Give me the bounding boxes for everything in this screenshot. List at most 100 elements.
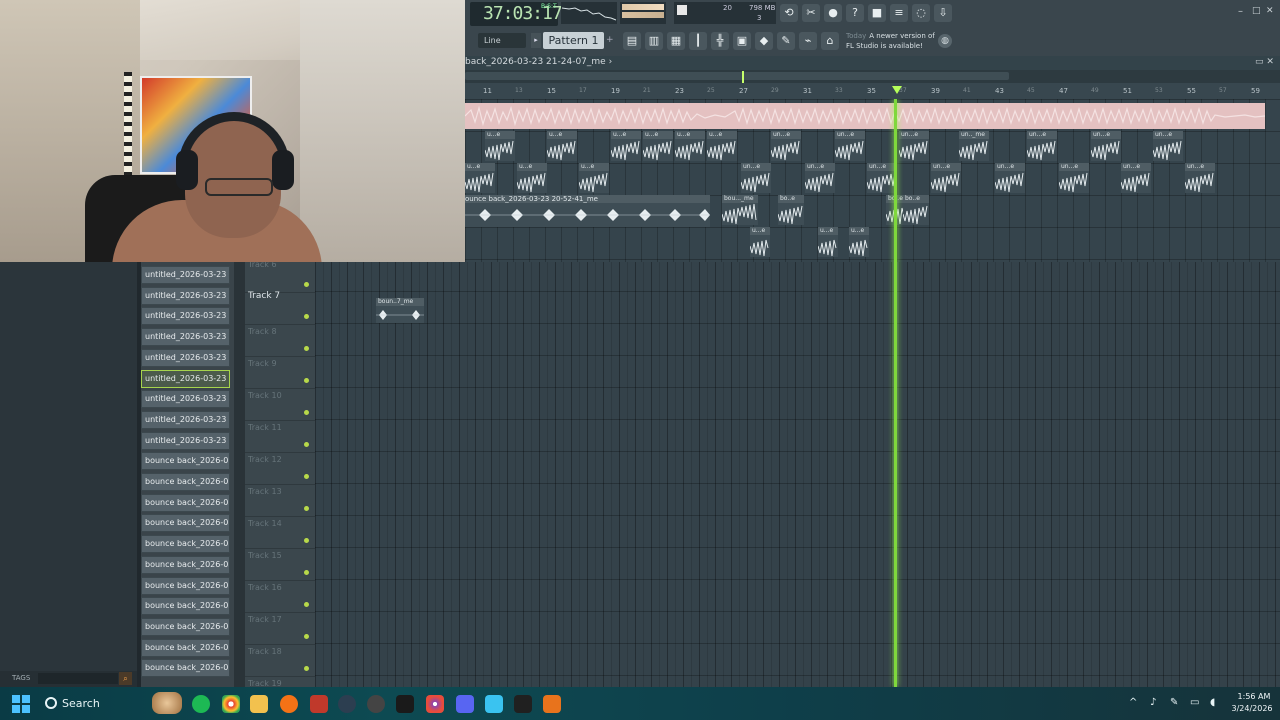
audio-clip[interactable]: un...e [899, 131, 929, 161]
track7-audio-clip[interactable]: boun..7_me [376, 298, 424, 323]
browser-clip-item[interactable]: bounce back_2026-03-2... [141, 555, 230, 574]
playhead-line[interactable] [894, 99, 897, 687]
audio-clip[interactable]: u...e [485, 131, 515, 161]
audio-clip[interactable]: u...e [517, 163, 547, 193]
editor-icon[interactable] [485, 695, 503, 713]
steam-icon[interactable] [367, 695, 385, 713]
add-pattern-icon[interactable]: + [606, 33, 616, 48]
browser-clip-item[interactable]: bounce back_2026-03-2... [141, 473, 230, 491]
audio-clip[interactable]: un...e [1027, 131, 1057, 161]
track-label[interactable]: Track 16 [248, 583, 282, 592]
audio-clip[interactable]: un...e [1091, 131, 1121, 161]
media-player-icon[interactable] [396, 695, 414, 713]
track-mute-led[interactable] [304, 570, 309, 575]
audio-clip[interactable]: un...e [1185, 163, 1215, 193]
browser-clip-item[interactable]: bounce back_2026-03-2... [141, 514, 230, 533]
tray-overflow-icon[interactable]: ^ [1129, 697, 1137, 708]
browser-clip-item[interactable]: bounce back_2026-03-2... [141, 452, 230, 471]
chrome-icon[interactable] [222, 695, 240, 713]
track-label[interactable]: Track 12 [248, 455, 282, 464]
browser-clip-item[interactable]: untitled_2026-03-23 16-... [141, 286, 230, 305]
news-info-icon[interactable]: ◍ [938, 34, 952, 48]
playhead-marker[interactable] [892, 86, 902, 94]
track-mute-led[interactable] [304, 506, 309, 511]
browser-clip-item[interactable]: untitled_2026-03-23 16-... [141, 369, 230, 388]
track-label[interactable]: Track 9 [248, 359, 277, 368]
maximize-icon[interactable]: □ [1252, 6, 1261, 16]
cut-icon[interactable]: ✂ [802, 4, 820, 22]
track-mute-led[interactable] [304, 314, 309, 319]
browser-clip-item[interactable]: bounce back_2026-03-2... [141, 597, 230, 616]
track-mute-led[interactable] [304, 346, 309, 351]
capcut-icon[interactable] [514, 695, 532, 713]
track-mute-led[interactable] [304, 410, 309, 415]
audio-clip[interactable]: u...e [547, 131, 577, 161]
audio-clip[interactable]: un...e [867, 163, 897, 193]
app-icon-red[interactable] [310, 695, 328, 713]
audio-clip[interactable]: u...e [675, 131, 705, 161]
mixer-icon[interactable]: ≡ [890, 4, 908, 22]
discord-icon[interactable] [456, 695, 474, 713]
tags-input[interactable] [38, 673, 118, 684]
track-mute-led[interactable] [304, 538, 309, 543]
audio-clip[interactable]: bo..e [903, 195, 929, 225]
audio-clip[interactable]: un...e [1121, 163, 1151, 193]
track-mute-led[interactable] [304, 602, 309, 607]
track-label[interactable]: Track 13 [248, 487, 282, 496]
audio-clip[interactable]: u...e [465, 163, 495, 193]
track-label[interactable]: Track 14 [248, 519, 282, 528]
browser-scrollbar[interactable] [234, 262, 245, 687]
clock-time[interactable]: 1:56 AM [1236, 692, 1272, 701]
pen-tray-icon[interactable]: ✎ [1170, 697, 1178, 708]
plugin-icon[interactable]: ◆ [755, 32, 773, 50]
audio-clip[interactable]: un...e [835, 131, 865, 161]
track-label[interactable]: Track 8 [248, 327, 277, 336]
network-tray-icon[interactable]: ▭ [1190, 697, 1199, 708]
pattern-play-icon[interactable]: ▸ [531, 33, 541, 48]
browser-clip-item[interactable]: bounce back_2026-03-2... [141, 638, 230, 657]
track-label[interactable]: Track 18 [248, 647, 282, 656]
browser-clip-item[interactable]: untitled_2026-03-23 16-... [141, 390, 230, 409]
save-icon[interactable]: ■ [868, 4, 886, 22]
taskbar-search-icon[interactable] [45, 697, 57, 709]
playlist-icon[interactable]: ▤ [623, 32, 641, 50]
undo-icon[interactable]: ⟲ [780, 4, 798, 22]
browser-clip-item[interactable]: untitled_2026-03-23 16-... [141, 348, 230, 367]
browser-clip-item[interactable]: untitled_2026-03-23 16-... [141, 307, 230, 326]
settings-gear-icon[interactable] [338, 695, 356, 713]
audio-clip[interactable]: un...e [995, 163, 1025, 193]
browser-clip-item[interactable]: untitled_2026-03-23 16-... [141, 431, 230, 450]
track-label[interactable]: Track 10 [248, 391, 282, 400]
audio-clip[interactable]: u...e [818, 227, 838, 257]
snap-selector[interactable]: Line [478, 33, 526, 48]
audio-clip[interactable]: u...e [579, 163, 609, 193]
audio-clip[interactable]: un...e [1153, 131, 1183, 161]
audio-clip[interactable]: un...e [931, 163, 961, 193]
audio-clip[interactable]: bo..e [778, 195, 804, 225]
audio-clip[interactable]: un...e [741, 163, 771, 193]
audio-clip[interactable]: un...e [805, 163, 835, 193]
download-icon[interactable]: ⇩ [934, 4, 952, 22]
master-audio-clip[interactable] [465, 103, 1265, 129]
playlist-hscroll-thumb[interactable] [465, 72, 1009, 80]
browser-clip-item[interactable]: untitled_2026-03-23 16-... [141, 410, 230, 429]
help-icon[interactable]: ? [846, 4, 864, 22]
track-label[interactable]: Track 7 [248, 291, 280, 301]
search-icon[interactable]: ⌕ [119, 672, 132, 685]
audio-clip[interactable]: un...e [771, 131, 801, 161]
chat-icon[interactable]: ◌ [912, 4, 930, 22]
microphone-tray-icon[interactable]: ♪ [1150, 697, 1156, 708]
browser-tree-icon[interactable]: ╬ [711, 32, 729, 50]
clock-date[interactable]: 3/24/2026 [1230, 704, 1274, 713]
plugin-database-icon[interactable]: ⌁ [799, 32, 817, 50]
audio-clip[interactable]: un.._me [959, 131, 989, 161]
pattern-selector[interactable]: Pattern 1 [543, 32, 604, 49]
clipboard-icon[interactable]: ▣ [733, 32, 751, 50]
track-mute-led[interactable] [304, 378, 309, 383]
piano-roll-icon[interactable]: ▥ [645, 32, 663, 50]
taskbar-search-label[interactable]: Search [62, 697, 100, 710]
track-mute-led[interactable] [304, 474, 309, 479]
minimize-icon[interactable]: – [1238, 6, 1243, 17]
track-mute-led[interactable] [304, 282, 309, 287]
browser-clip-item[interactable]: bounce back_2026-03-2... [141, 617, 230, 636]
